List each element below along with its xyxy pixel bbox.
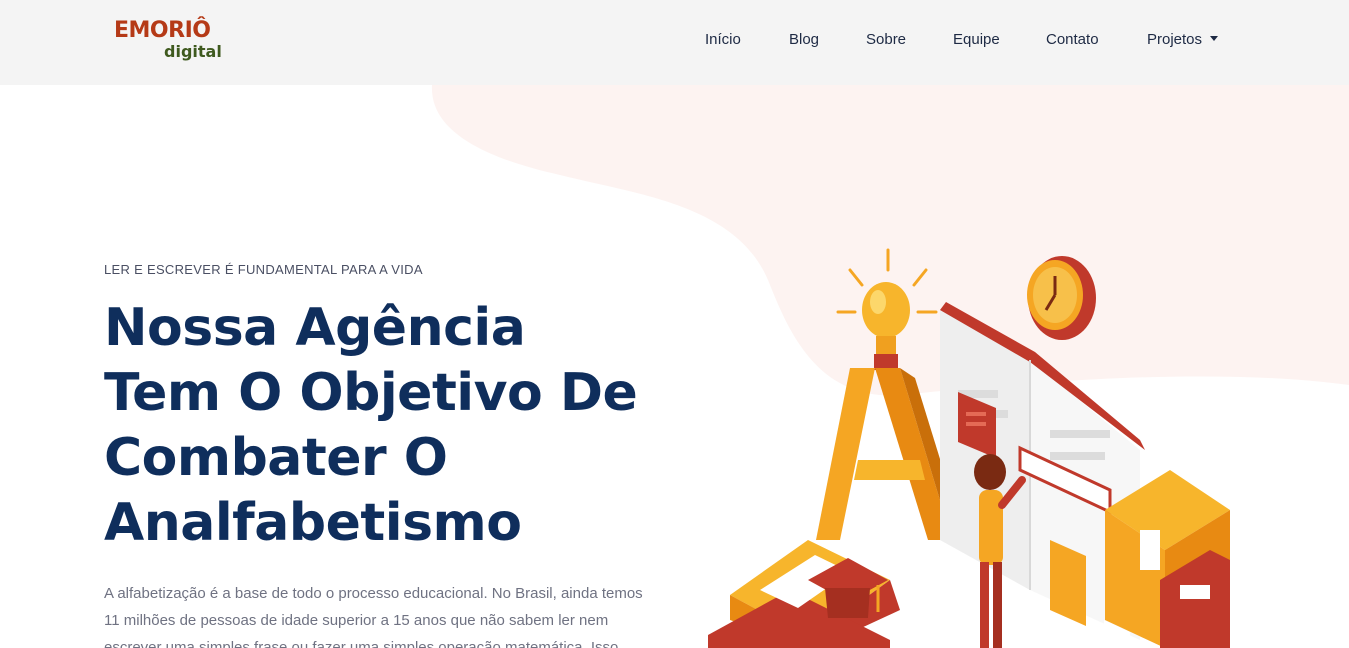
nav-link-sobre[interactable]: Sobre — [866, 30, 906, 50]
headline-line-2: Tem O Objetivo De — [104, 363, 638, 423]
nav-link-projetos-label: Projetos — [1147, 31, 1203, 48]
navbar: EMORIÔ digital Início Blog Sobre Equipe … — [0, 0, 1349, 85]
caret-down-icon — [1210, 36, 1219, 41]
logo-subtitle: digital — [164, 42, 222, 61]
logo-wordmark: EMORIÔ — [114, 18, 211, 43]
nav-link-inicio[interactable]: Início — [705, 30, 741, 50]
nav-link-equipe[interactable]: Equipe — [953, 30, 1000, 50]
clock-icon — [1027, 256, 1096, 340]
book-stack-left — [708, 540, 900, 648]
hero-description: A alfabetização é a base de todo o proce… — [104, 585, 643, 648]
hero-illustration — [708, 248, 1230, 648]
nav-link-blog[interactable]: Blog — [789, 30, 819, 50]
hero-eyebrow: LER E ESCREVER É FUNDAMENTAL PARA A VIDA — [104, 262, 423, 277]
headline-line-3: Combater O — [104, 428, 448, 488]
hero-content: LER E ESCREVER É FUNDAMENTAL PARA A VIDA… — [104, 262, 664, 556]
hero-headline: Nossa Agência Tem O Objetivo De Combater… — [104, 296, 664, 556]
headline-line-1: Nossa Agência — [104, 298, 526, 358]
brand-logo[interactable]: EMORIÔ digital — [114, 18, 234, 66]
headline-line-4: Analfabetismo — [104, 493, 522, 553]
nav-link-contato[interactable]: Contato — [1046, 30, 1099, 50]
nav-dropdown-projetos[interactable]: Projetos — [1147, 30, 1219, 50]
